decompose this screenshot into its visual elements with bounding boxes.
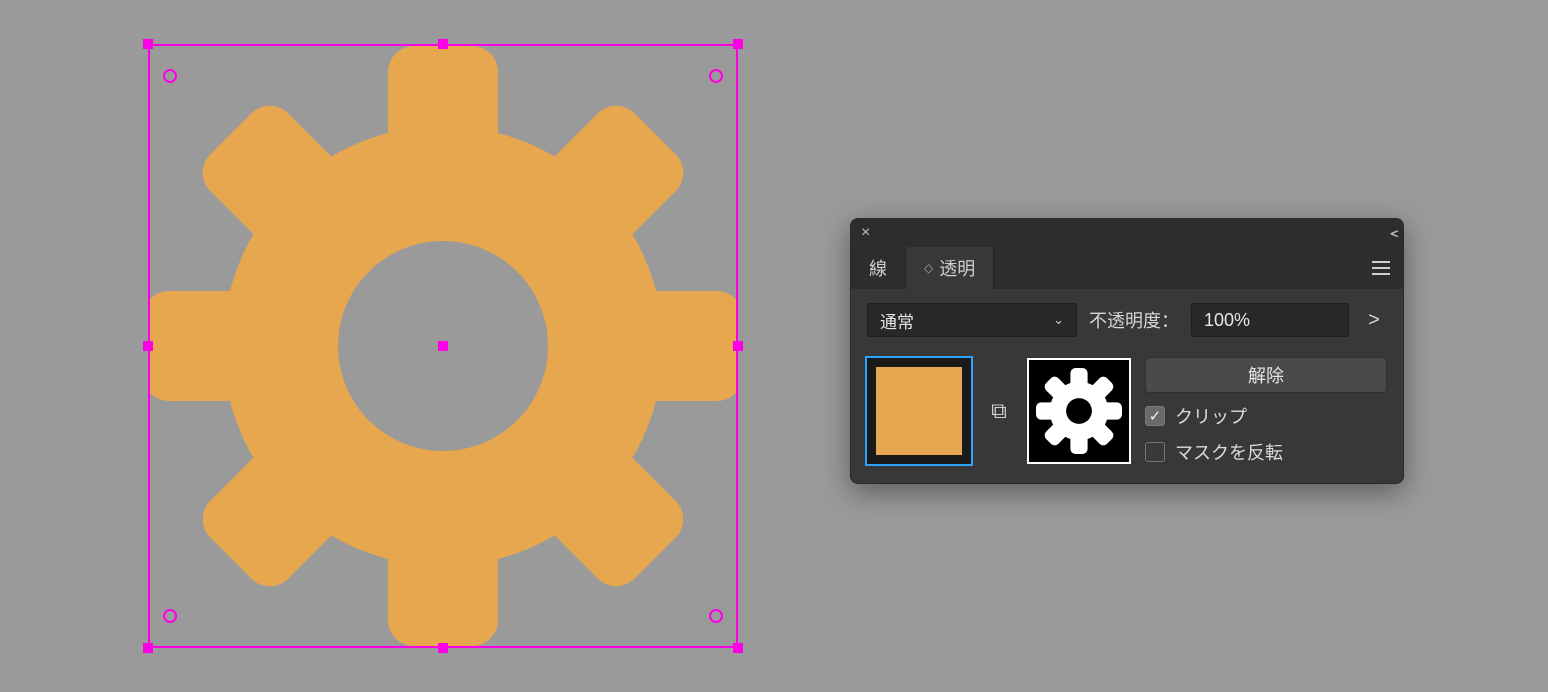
link-icon: ⧉ (991, 398, 1007, 424)
release-button[interactable]: 解除 (1145, 357, 1387, 393)
selection-anchor-br[interactable] (709, 609, 723, 623)
panel-tabs: 線 ◇ 透明 (851, 247, 1403, 289)
blend-row: 通常 ⌄ 不透明度： 100% > (851, 289, 1403, 347)
clip-checkbox[interactable]: ✓ (1145, 406, 1165, 426)
invert-checkbox-row[interactable]: マスクを反転 (1145, 439, 1387, 465)
close-icon[interactable]: × (861, 224, 870, 242)
menu-icon (1372, 261, 1390, 275)
opacity-input[interactable]: 100% (1191, 303, 1349, 337)
canvas-artboard[interactable] (148, 44, 738, 648)
selection-handle-tl[interactable] (143, 39, 153, 49)
collapse-icon[interactable]: << (1390, 226, 1393, 241)
transparency-panel: × << 線 ◇ 透明 通常 ⌄ 不透明度： 100% > (850, 218, 1404, 484)
invert-label: マスクを反転 (1175, 439, 1283, 465)
mask-thumbnail-gear (1036, 368, 1122, 454)
selection-anchor-tl[interactable] (163, 69, 177, 83)
mask-link[interactable]: ⧉ (985, 398, 1013, 424)
selection-handle-tm[interactable] (438, 39, 448, 49)
selection-anchor-tr[interactable] (709, 69, 723, 83)
selection-handle-bl[interactable] (143, 643, 153, 653)
panel-titlebar[interactable]: × << (851, 219, 1403, 247)
selection-handle-ml[interactable] (143, 341, 153, 351)
blend-mode-value: 通常 (880, 308, 914, 333)
panel-menu-button[interactable] (1359, 247, 1403, 289)
tab-stroke-label: 線 (869, 255, 887, 281)
invert-checkbox[interactable] (1145, 442, 1165, 462)
tab-stroke[interactable]: 線 (851, 247, 906, 289)
artwork-thumbnail-swatch (876, 367, 962, 455)
tab-transparency-label: 透明 (939, 255, 975, 281)
selection-handle-bm[interactable] (438, 643, 448, 653)
tab-transparency[interactable]: ◇ 透明 (906, 247, 994, 289)
mask-row: ⧉ 解除 (851, 347, 1403, 483)
clip-checkbox-row[interactable]: ✓ クリップ (1145, 403, 1387, 429)
selection-anchor-bl[interactable] (163, 609, 177, 623)
opacity-more-button[interactable]: > (1361, 303, 1387, 337)
selection-center[interactable] (438, 341, 448, 351)
selection-handle-tr[interactable] (733, 39, 743, 49)
selection-handle-mr[interactable] (733, 341, 743, 351)
selection-handle-br[interactable] (733, 643, 743, 653)
opacity-value: 100% (1204, 310, 1250, 331)
mask-thumbnail[interactable] (1027, 358, 1131, 464)
release-button-label: 解除 (1248, 362, 1284, 388)
opacity-label: 不透明度： (1089, 307, 1179, 333)
chevron-icon: ◇ (924, 261, 933, 275)
blend-mode-dropdown[interactable]: 通常 ⌄ (867, 303, 1077, 337)
artwork-thumbnail[interactable] (867, 358, 971, 464)
clip-label: クリップ (1175, 403, 1247, 429)
chevron-down-icon: ⌄ (1053, 312, 1064, 328)
